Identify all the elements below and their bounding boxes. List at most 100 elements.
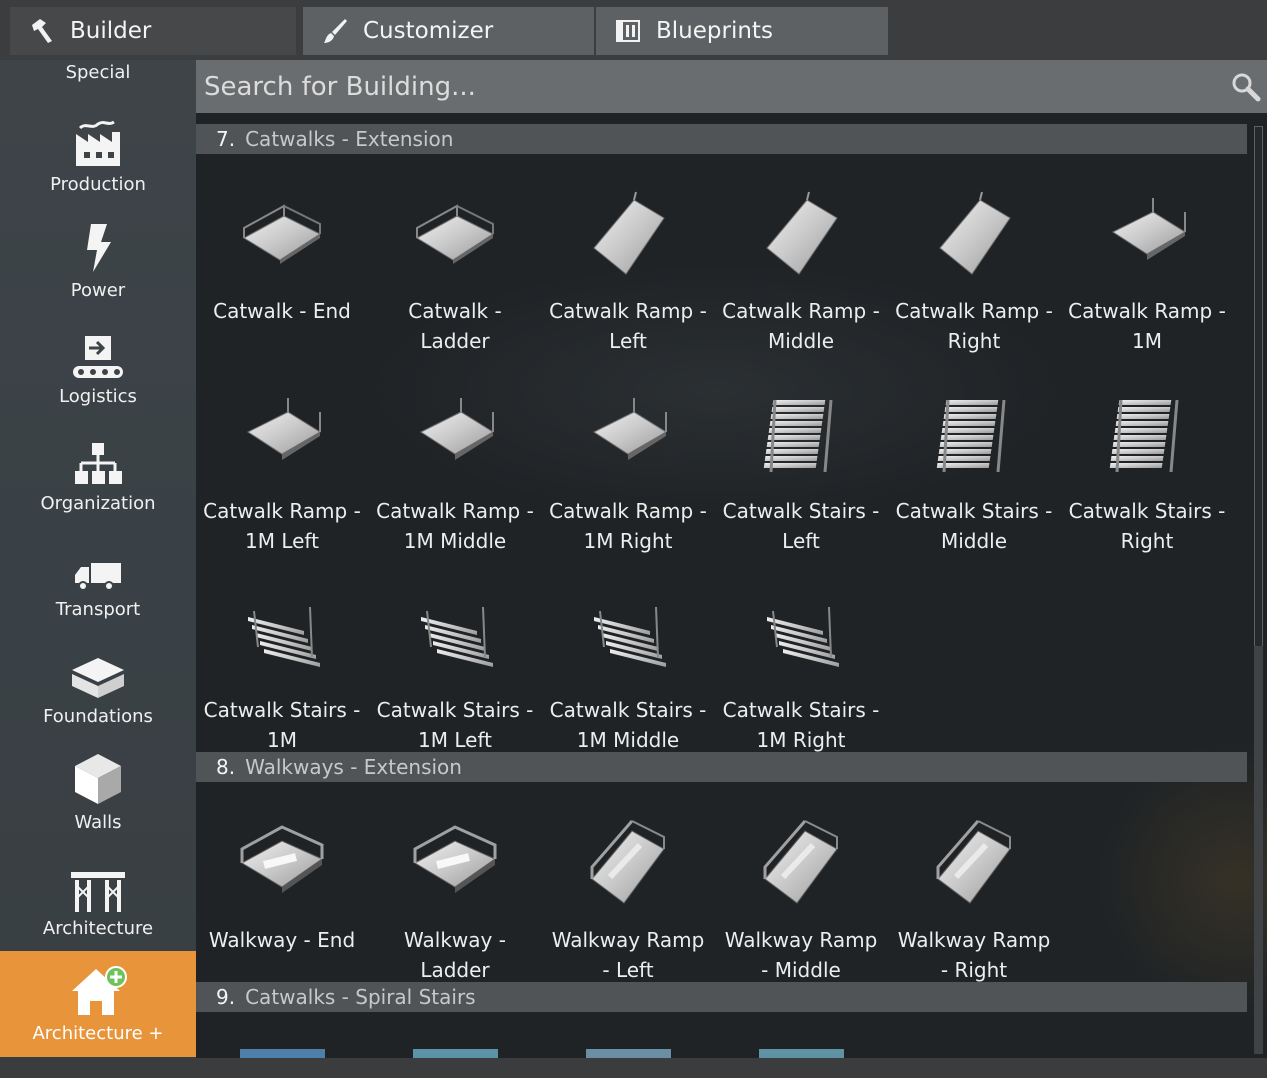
building-thumbnail [1099,188,1195,284]
building-item[interactable]: Walkway Ramp - Middle [715,817,887,985]
building-item[interactable]: Catwalk - Ladder [369,188,541,356]
section-header[interactable]: 9. Catwalks - Spiral Stairs [196,982,1247,1012]
sidebar-item-label: Power [70,280,126,301]
building-item[interactable]: Catwalk Stairs - Left [715,388,887,556]
tab-customizer[interactable]: Customizer [303,7,594,55]
building-label: Catwalk - End [213,299,351,323]
factory-icon [68,112,128,168]
building-thumbnail [407,817,503,913]
sidebar-item-transport[interactable]: Transport [0,537,196,620]
building-label: Catwalk Stairs - Middle [895,499,1053,553]
building-thumbnail [753,817,849,913]
conveyor-icon [68,324,128,380]
building-label: Catwalk Ramp -1M Left [203,499,361,553]
building-label: Catwalk Stairs -1M Middle [549,698,707,752]
building-item[interactable]: Walkway - End [196,817,368,955]
building-list-panel: 7. Catwalks - Extension Catwalk - End Catwa… [196,60,1267,1060]
building-thumbnail [753,587,849,683]
building-label: Catwalk Ramp - Middle [722,299,880,353]
building-label: Walkway Ramp - Left [551,928,705,982]
building-label: Catwalk Stairs - Right [1068,499,1226,553]
sidebar-item-production[interactable]: Production [0,112,196,195]
sidebar-item-label: Organization [40,493,156,514]
building-thumbnail [1099,388,1195,484]
building-item[interactable]: Walkway Ramp - Right [888,817,1060,985]
building-thumbnail [407,587,503,683]
section-header[interactable]: 8. Walkways - Extension [196,752,1247,782]
building-thumbnail [407,188,503,284]
building-item[interactable]: Catwalk Ramp -1M Right [542,388,714,556]
sidebar-item-special[interactable]: Special [0,62,196,83]
scrollbar-thumb[interactable] [1254,646,1263,1054]
brush-icon [321,17,349,45]
top-tab-bar: Builder Customizer Blueprints [0,0,1267,60]
building-thumbnail [926,388,1022,484]
sidebar-item-label: Foundations [43,706,153,727]
building-thumbnail [926,188,1022,284]
pillars-icon [68,856,128,912]
building-item[interactable]: Catwalk Ramp - Middle [715,188,887,356]
building-label: Catwalk Ramp - Right [895,299,1053,353]
building-label: Catwalk - Ladder [408,299,502,353]
lightning-icon [68,218,128,274]
tab-blueprints-label: Blueprints [656,18,773,44]
search-input[interactable] [196,60,1196,113]
building-label: Catwalk Ramp -1M Middle [376,499,534,553]
sidebar-item-label: Production [50,174,146,195]
building-item[interactable]: Catwalk Ramp - Left [542,188,714,356]
building-item[interactable]: Walkway Ramp - Left [542,817,714,985]
sidebar-item-label: Special [65,62,131,83]
sidebar-item-organization[interactable]: Organization [0,431,196,514]
building-label: Catwalk Stairs -1M Left [376,698,534,752]
sidebar-item-architecture[interactable]: Architecture [0,856,196,939]
sidebar-item-logistics[interactable]: Logistics [0,324,196,407]
building-label: Catwalk Ramp - Left [549,299,707,353]
building-thumbnail [580,587,676,683]
building-label: Catwalk Ramp -1M Right [549,499,707,553]
building-item[interactable]: Catwalk Stairs -1M [196,587,368,755]
building-label: Catwalk Stairs -1M [203,698,361,752]
building-label: Walkway - Ladder [404,928,506,982]
building-item[interactable]: Catwalk Ramp - Right [888,188,1060,356]
search-bar [196,60,1267,113]
search-icon[interactable] [1231,72,1261,102]
building-label: Walkway - End [208,928,356,952]
building-thumbnail [753,188,849,284]
foundation-icon [68,644,128,700]
sidebar-item-power[interactable]: Power [0,218,196,301]
sidebar-item-label: Architecture [42,918,154,939]
sidebar-item-architecture-plus[interactable]: Architecture + [0,951,196,1057]
sidebar-item-label: Transport [55,599,141,620]
building-thumbnail [234,388,330,484]
building-thumbnail [407,388,503,484]
section-header[interactable]: 7. Catwalks - Extension [196,124,1247,154]
building-label: Catwalk Stairs - Left [722,499,880,553]
building-item[interactable]: Walkway - Ladder [369,817,541,985]
building-thumbnail [580,188,676,284]
building-thumbnail [234,587,330,683]
building-item[interactable]: Catwalk - End [196,188,368,326]
building-item[interactable]: Catwalk Stairs - Middle [888,388,1060,556]
building-item[interactable]: Catwalk Stairs -1M Right [715,587,887,755]
building-item[interactable]: Catwalk Ramp -1M Left [196,388,368,556]
sidebar-item-label: Walls [74,812,122,833]
building-thumbnail [580,388,676,484]
tab-builder[interactable]: Builder [10,7,296,55]
blueprint-icon [614,17,642,45]
bottom-bar [0,1058,1267,1078]
category-sidebar: Special Production Power Logistics Organ… [0,60,196,1060]
building-label: Walkway Ramp - Middle [724,928,878,982]
sidebar-item-foundations[interactable]: Foundations [0,644,196,727]
building-label: Catwalk Stairs -1M Right [722,698,880,752]
building-label: Walkway Ramp - Right [897,928,1051,982]
sidebar-item-walls[interactable]: Walls [0,750,196,833]
section-title: Catwalks - Spiral Stairs [245,985,476,1009]
building-item[interactable]: Catwalk Stairs -1M Left [369,587,541,755]
tab-blueprints[interactable]: Blueprints [596,7,888,55]
building-item[interactable]: Catwalk Stairs -1M Middle [542,587,714,755]
building-item[interactable]: Catwalk Ramp -1M [1061,188,1233,356]
building-item[interactable]: Catwalk Stairs - Right [1061,388,1233,556]
building-item[interactable]: Catwalk Ramp -1M Middle [369,388,541,556]
hammer-icon [28,17,56,45]
building-thumbnail [234,817,330,913]
